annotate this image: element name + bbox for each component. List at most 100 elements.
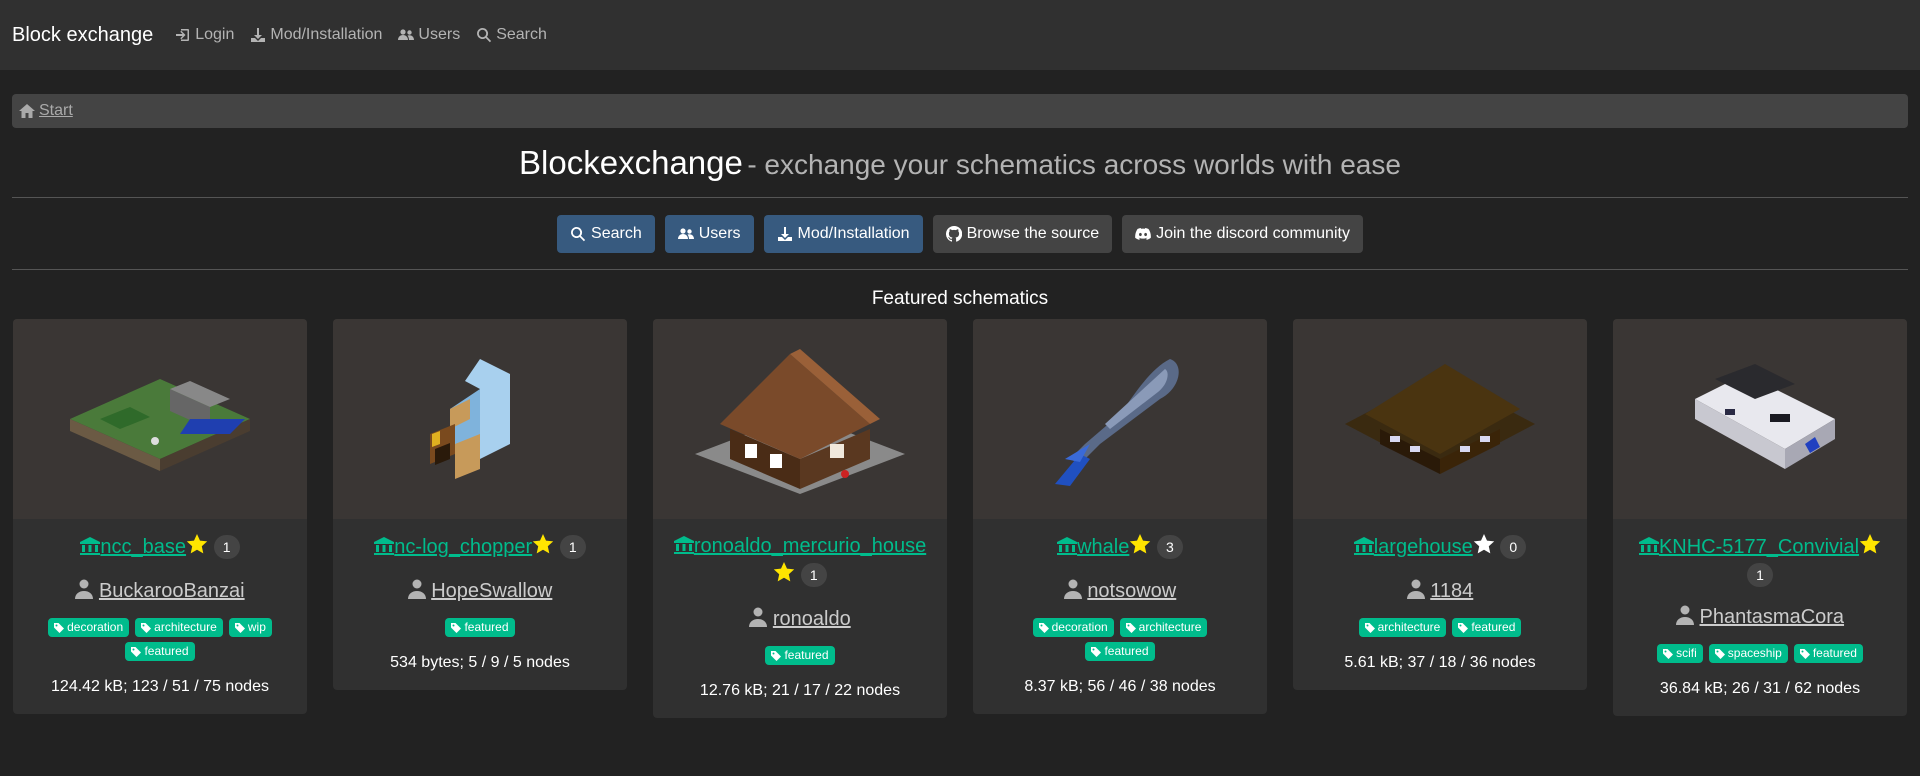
- bank-icon: [1057, 537, 1078, 555]
- tag[interactable]: featured: [765, 646, 835, 665]
- breadcrumb-start[interactable]: Start: [18, 102, 73, 120]
- tag-list: decoration architecture featured: [981, 618, 1259, 661]
- schematic-image: [70, 379, 250, 471]
- bank-icon: [673, 536, 694, 554]
- owner-link[interactable]: BuckarooBanzai: [99, 580, 245, 602]
- schematic-name: ncc_base: [100, 536, 187, 558]
- owner-link[interactable]: PhantasmaCora: [1700, 606, 1845, 628]
- schematic-preview[interactable]: [1613, 319, 1907, 519]
- featured-title: Featured schematics: [871, 288, 1049, 309]
- users-icon: [398, 29, 415, 40]
- schematic-preview[interactable]: [1293, 319, 1587, 519]
- users-button-label: Users: [698, 225, 741, 242]
- tag-label: featured: [1471, 620, 1516, 634]
- schematic-image: [1345, 364, 1535, 474]
- tag-icon: [1458, 622, 1469, 633]
- mod-installation-button[interactable]: Mod/Installation: [763, 215, 923, 253]
- nav-users[interactable]: Users: [398, 26, 460, 44]
- schematic-image: [1055, 359, 1179, 486]
- sign-in-icon: [176, 29, 190, 41]
- tag[interactable]: featured: [125, 642, 195, 661]
- tag-list: decoration architecture wip featured: [21, 618, 299, 661]
- tag-label: featured: [1104, 644, 1149, 658]
- tag-icon: [234, 622, 245, 633]
- schematic-stats: 124.42 kB; 123 / 51 / 75 nodes: [51, 678, 269, 695]
- tag[interactable]: spaceship: [1708, 644, 1788, 663]
- search-button[interactable]: Search: [557, 215, 655, 253]
- users-button[interactable]: Users: [664, 215, 754, 253]
- schematic-preview[interactable]: [653, 319, 947, 519]
- star-icon[interactable]: [186, 533, 208, 562]
- tag-list: featured: [341, 618, 619, 637]
- search-button-label: Search: [591, 225, 642, 242]
- tag-icon: [1091, 646, 1102, 657]
- schematic-card: whale 3 notsowow decoration architecture…: [973, 319, 1267, 714]
- star-icon[interactable]: [773, 561, 795, 590]
- bank-icon: [1638, 537, 1659, 555]
- browse-source-label: Browse the source: [966, 225, 1100, 242]
- schematic-preview[interactable]: [13, 319, 307, 519]
- nav-mod-installation[interactable]: Mod/Installation: [250, 26, 382, 44]
- brand[interactable]: Block exchange: [12, 24, 153, 47]
- schematic-card: ronoaldo_mercurio_house 1 ronoaldo featu…: [653, 319, 947, 718]
- tag[interactable]: wip: [228, 618, 272, 637]
- schematic-card: nc-log_chopper 1 HopeSwallow featured 53…: [333, 319, 627, 690]
- tag[interactable]: featured: [1793, 644, 1863, 663]
- tag-icon: [131, 646, 142, 657]
- schematic-link[interactable]: KNHC-5177_Convivial: [1638, 536, 1859, 558]
- tag-icon: [1125, 622, 1136, 633]
- nav-mod-label: Mod/Installation: [270, 26, 383, 43]
- tag-label: decoration: [1051, 620, 1108, 634]
- star-icon[interactable]: [1473, 533, 1495, 562]
- schematic-stats: 12.76 kB; 21 / 17 / 22 nodes: [699, 682, 901, 699]
- tag-icon: [451, 622, 462, 633]
- schematic-stats: 8.37 kB; 56 / 46 / 38 nodes: [1024, 678, 1216, 695]
- nav-users-label: Users: [418, 26, 461, 43]
- discord-button[interactable]: Join the discord community: [1122, 215, 1363, 253]
- nav-search[interactable]: Search: [476, 26, 547, 44]
- bank-icon: [1353, 537, 1374, 555]
- schematic-preview[interactable]: [333, 319, 627, 519]
- breadcrumb: Start: [12, 94, 1908, 128]
- star-icon[interactable]: [1129, 533, 1151, 562]
- tag[interactable]: featured: [1452, 618, 1522, 637]
- tag[interactable]: featured: [1085, 642, 1155, 661]
- divider: [12, 269, 1908, 270]
- nav-login[interactable]: Login: [175, 26, 234, 44]
- schematic-link[interactable]: whale: [1057, 536, 1129, 558]
- browse-source-button[interactable]: Browse the source: [932, 215, 1113, 253]
- owner-link[interactable]: notsowow: [1087, 580, 1176, 602]
- star-count: 1: [213, 535, 240, 559]
- tag[interactable]: featured: [445, 618, 515, 637]
- schematic-name: largehouse: [1373, 536, 1473, 558]
- tag[interactable]: decoration: [48, 618, 130, 637]
- star-icon[interactable]: [1859, 533, 1881, 562]
- tag[interactable]: architecture: [1119, 618, 1208, 637]
- tag-label: spaceship: [1727, 646, 1782, 660]
- tag[interactable]: scifi: [1657, 644, 1703, 663]
- star-count: 3: [1156, 535, 1183, 559]
- owner-link[interactable]: ronoaldo: [773, 608, 851, 630]
- tag[interactable]: architecture: [135, 618, 223, 637]
- tag-label: decoration: [67, 620, 124, 634]
- star-count: 0: [1500, 535, 1527, 559]
- schematic-link[interactable]: nc-log_chopper: [374, 536, 532, 558]
- tag[interactable]: architecture: [1358, 618, 1447, 637]
- schematic-link[interactable]: largehouse: [1353, 536, 1473, 558]
- search-icon: [571, 227, 586, 242]
- tag-label: featured: [464, 620, 509, 634]
- schematic-preview[interactable]: [973, 319, 1267, 519]
- schematic-link[interactable]: ncc_base: [80, 536, 186, 558]
- owner-link[interactable]: HopeSwallow: [431, 580, 552, 602]
- tag-label: architecture: [1377, 620, 1441, 634]
- navbar: Block exchange Login Mod/Installation Us…: [0, 0, 1920, 70]
- download-icon: [777, 227, 792, 241]
- tag-icon: [771, 650, 782, 661]
- tag[interactable]: decoration: [1032, 618, 1114, 637]
- owner-link[interactable]: 1184: [1430, 580, 1473, 602]
- star-icon[interactable]: [532, 533, 554, 562]
- tag-list: scifi spaceship featured: [1621, 644, 1899, 663]
- tag-icon: [1364, 622, 1375, 633]
- schematic-link[interactable]: ronoaldo_mercurio_house: [673, 535, 926, 557]
- home-icon: [19, 104, 35, 118]
